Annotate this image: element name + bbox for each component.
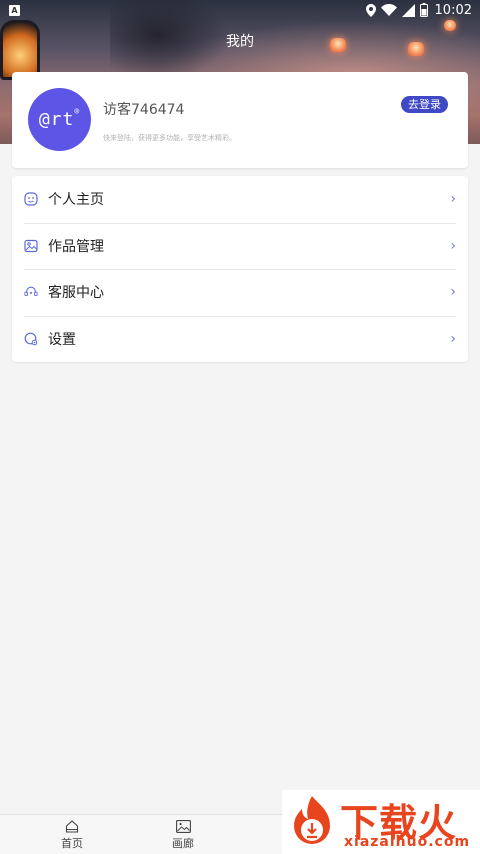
menu-item-customer-service[interactable]: 客服中心 › <box>12 269 468 316</box>
status-time: 10:02 <box>434 3 472 18</box>
tab-label: 画廊 <box>172 836 194 850</box>
chevron-right-icon: › <box>450 191 456 208</box>
page-title: 我的 <box>226 34 254 50</box>
flame-logo-icon <box>294 796 330 844</box>
battery-icon <box>420 3 428 17</box>
tab-label: 首页 <box>61 836 83 850</box>
avatar-mark: ® <box>74 107 81 116</box>
home-icon <box>65 819 79 833</box>
tab-home[interactable]: 首页 <box>12 815 132 854</box>
face-icon <box>24 192 38 206</box>
menu-item-profile[interactable]: 个人主页 › <box>12 176 468 223</box>
login-hint: 快来登陆，获得更多功能，享受艺术精彩。 <box>103 134 236 142</box>
chevron-right-icon: › <box>450 237 456 254</box>
chevron-right-icon: › <box>450 284 456 301</box>
tab-gallery[interactable]: 画廊 <box>123 815 243 854</box>
status-bar: A 10:02 <box>0 0 480 22</box>
headset-icon <box>24 285 38 299</box>
menu-list: 个人主页 › 作品管理 › 客服中心 › 设置 › <box>12 176 468 362</box>
settings-icon <box>24 332 38 346</box>
watermark-domain: xiazaihuo.com <box>344 834 471 850</box>
avatar-text: @rt <box>38 109 75 130</box>
username: 访客746474 <box>103 102 185 118</box>
login-button[interactable]: 去登录 <box>401 96 448 113</box>
wifi-icon <box>381 4 397 16</box>
menu-item-label: 作品管理 <box>48 238 104 255</box>
gallery-icon <box>175 819 191 833</box>
avatar[interactable]: @rt ® <box>28 88 91 151</box>
menu-item-works[interactable]: 作品管理 › <box>12 222 468 270</box>
notification-badge: A <box>9 5 20 16</box>
location-icon <box>366 3 376 17</box>
chevron-right-icon: › <box>450 330 456 347</box>
menu-item-settings[interactable]: 设置 › <box>12 315 468 363</box>
menu-item-label: 个人主页 <box>48 192 104 209</box>
menu-item-label: 设置 <box>48 331 76 348</box>
menu-item-label: 客服中心 <box>48 285 104 302</box>
image-icon <box>24 239 38 253</box>
signal-icon <box>402 3 415 17</box>
watermark: 下载火 xiazaihuo.com <box>282 790 480 854</box>
profile-card: @rt ® 访客746474 快来登陆，获得更多功能，享受艺术精彩。 去登录 <box>12 72 468 168</box>
